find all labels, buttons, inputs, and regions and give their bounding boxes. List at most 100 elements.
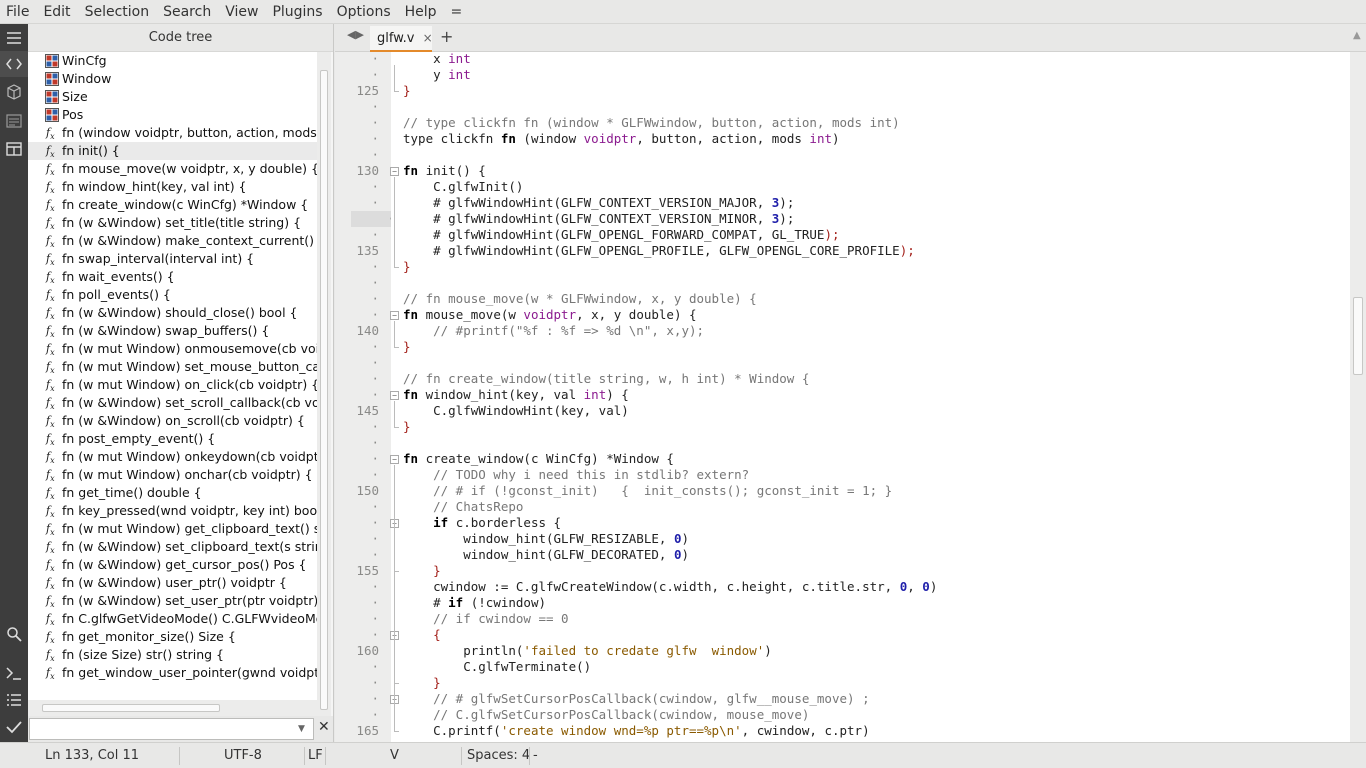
code-tree-item[interactable]: fx fn get_time() double { bbox=[28, 484, 317, 502]
menu-item-help[interactable]: Help bbox=[398, 0, 444, 24]
code-tree-item[interactable]: fx fn (w &Window) should_close() bool { bbox=[28, 304, 317, 322]
document-list-icon[interactable] bbox=[0, 108, 28, 134]
code-tree-item[interactable]: fx fn get_window_user_pointer(gwnd voidpt… bbox=[28, 664, 317, 682]
indentation[interactable]: Spaces: 4 bbox=[467, 743, 530, 768]
hamburger-menu-icon[interactable] bbox=[0, 25, 28, 51]
code-tree-item[interactable]: Size bbox=[28, 88, 317, 106]
line-number: · bbox=[371, 99, 379, 114]
search-icon[interactable] bbox=[0, 621, 28, 647]
function-icon: fx bbox=[46, 216, 55, 232]
code-tree-item[interactable]: Pos bbox=[28, 106, 317, 124]
code-tree-item[interactable]: fx fn (w &Window) get_cursor_pos() Pos { bbox=[28, 556, 317, 574]
output-list-icon[interactable] bbox=[0, 687, 28, 713]
tab-glfw-v[interactable]: glfw.v × bbox=[370, 26, 433, 52]
menu-item-file[interactable]: File bbox=[0, 0, 36, 24]
code-tree-list[interactable]: WinCfg Window Size Pos fx fn (window voidptr,… bbox=[28, 52, 317, 728]
code-tree-item[interactable]: fx fn (w &Window) set_user_ptr(ptr voidpt… bbox=[28, 592, 317, 610]
language-mode[interactable]: V bbox=[390, 743, 399, 768]
code-tree-item[interactable]: fx fn (w mut Window) onchar(cb voidptr) { bbox=[28, 466, 317, 484]
add-tab-icon[interactable]: + bbox=[440, 27, 453, 46]
fold-guide-end bbox=[394, 731, 399, 732]
line-number: · bbox=[371, 467, 379, 482]
code-tree-item[interactable]: fx fn get_monitor_size() Size { bbox=[28, 628, 317, 646]
code-tree-item[interactable]: fx fn (size Size) str() string { bbox=[28, 646, 317, 664]
cursor-position[interactable]: Ln 133, Col 11 bbox=[45, 743, 139, 768]
tabs-panel-icon[interactable] bbox=[0, 136, 28, 162]
line-number: · bbox=[371, 707, 379, 722]
code-editor[interactable]: ··125····130····135····140····145····150… bbox=[335, 52, 1366, 742]
code-tree-item[interactable]: fx fn (w mut Window) set_mouse_button_cal… bbox=[28, 358, 317, 376]
code-tree-item[interactable]: fx fn (w &Window) set_scroll_callback(cb … bbox=[28, 394, 317, 412]
code-tree-item[interactable]: fx fn key_pressed(wnd voidptr, key int) b… bbox=[28, 502, 317, 520]
editor-vertical-scrollbar[interactable] bbox=[1350, 52, 1366, 742]
code-tree-item[interactable]: fx fn (w mut Window) get_clipboard_text()… bbox=[28, 520, 317, 538]
scrollbar-thumb[interactable] bbox=[1353, 297, 1363, 375]
code-tree-item[interactable]: fx fn (w &Window) user_ptr() voidptr { bbox=[28, 574, 317, 592]
code-tree-item-label: Window bbox=[62, 71, 112, 86]
code-tree-item-label: fn (w &Window) set_title(title string) { bbox=[62, 215, 302, 230]
code-tree-vertical-scrollbar[interactable] bbox=[317, 52, 331, 728]
line-number: 150 bbox=[356, 483, 379, 498]
close-icon[interactable]: ✕ bbox=[318, 719, 330, 735]
code-tree-item-label: fn (size Size) str() string { bbox=[62, 647, 224, 662]
function-icon: fx bbox=[46, 522, 55, 538]
code-tree-item[interactable]: fx fn window_hint(key, val int) { bbox=[28, 178, 317, 196]
code-tree-item-label: fn (w mut Window) onmousemove(cb voidptr bbox=[62, 341, 317, 356]
encoding[interactable]: UTF-8 bbox=[224, 743, 262, 768]
code-tree-item[interactable]: fx fn (w &Window) set_title(title string)… bbox=[28, 214, 317, 232]
code-tree-item[interactable]: fx fn (w mut Window) onkeydown(cb voidptr… bbox=[28, 448, 317, 466]
code-tree-item[interactable]: fx fn post_empty_event() { bbox=[28, 430, 317, 448]
fold-toggle-icon[interactable]: − bbox=[390, 311, 399, 320]
function-icon: fx bbox=[46, 162, 55, 178]
line-ending[interactable]: LF bbox=[308, 743, 323, 768]
chevron-down-icon[interactable]: ▼ bbox=[298, 724, 305, 734]
code-tree-item[interactable]: Window bbox=[28, 70, 317, 88]
fold-toggle-icon[interactable]: − bbox=[390, 391, 399, 400]
menu-item-more[interactable]: = bbox=[444, 0, 470, 24]
code-tree-item[interactable]: fx fn C.glfwGetVideoMode() C.GLFWvideoMod… bbox=[28, 610, 317, 628]
code-line: // if cwindow == 0 bbox=[403, 611, 569, 626]
code-tree-item[interactable]: fx fn (w &Window) set_clipboard_text(s st… bbox=[28, 538, 317, 556]
code-tree-item[interactable]: fx fn (w &Window) on_scroll(cb voidptr) { bbox=[28, 412, 317, 430]
fold-guide-end bbox=[394, 427, 399, 428]
code-tree-item[interactable]: fx fn (w mut Window) on_click(cb voidptr)… bbox=[28, 376, 317, 394]
code-tree-item-label: fn (w &Window) on_scroll(cb voidptr) { bbox=[62, 413, 305, 428]
code-tree-item-label: fn (window voidptr, button, action, mods bbox=[62, 125, 317, 140]
menu-item-selection[interactable]: Selection bbox=[78, 0, 157, 24]
fold-toggle-icon[interactable]: − bbox=[390, 455, 399, 464]
code-tree-item-label: fn (w &Window) set_scroll_callback(cb vo… bbox=[62, 395, 317, 410]
code-text-area[interactable]: x int y int} // type clickfn fn (window *… bbox=[403, 52, 1350, 742]
code-tree-filter-input[interactable] bbox=[29, 718, 314, 740]
code-line: fn create_window(c WinCfg) *Window { bbox=[403, 451, 674, 466]
menu-item-options[interactable]: Options bbox=[330, 0, 398, 24]
menu-item-view[interactable]: View bbox=[218, 0, 265, 24]
code-tree-item[interactable]: fx fn (w &Window) swap_buffers() { bbox=[28, 322, 317, 340]
validate-check-icon[interactable] bbox=[0, 714, 28, 740]
code-tree-item[interactable]: fx fn swap_interval(interval int) { bbox=[28, 250, 317, 268]
code-tree-item[interactable]: fx fn init() { bbox=[28, 142, 317, 160]
chevron-up-icon[interactable]: ▲ bbox=[1353, 30, 1361, 41]
function-icon: fx bbox=[46, 450, 55, 466]
scrollbar-thumb[interactable] bbox=[320, 70, 328, 710]
code-tree-item[interactable]: fx fn (w mut Window) onmousemove(cb voidp… bbox=[28, 340, 317, 358]
menu-item-search[interactable]: Search bbox=[156, 0, 218, 24]
code-tree-item-label: fn (w mut Window) onchar(cb voidptr) { bbox=[62, 467, 313, 482]
code-tree-item[interactable]: fx fn (w &Window) make_context_current() … bbox=[28, 232, 317, 250]
code-tree-item[interactable]: WinCfg bbox=[28, 52, 317, 70]
code-tree-horizontal-scrollbar[interactable] bbox=[28, 700, 317, 716]
code-tree-item[interactable]: fx fn (window voidptr, button, action, mo… bbox=[28, 124, 317, 142]
close-icon[interactable]: × bbox=[423, 31, 433, 45]
project-box-icon[interactable] bbox=[0, 79, 28, 105]
code-tree-item[interactable]: fx fn wait_events() { bbox=[28, 268, 317, 286]
menu-item-edit[interactable]: Edit bbox=[36, 0, 77, 24]
code-tree-item[interactable]: fx fn create_window(c WinCfg) *Window { bbox=[28, 196, 317, 214]
code-tree-icon[interactable] bbox=[0, 51, 28, 77]
menu-item-plugins[interactable]: Plugins bbox=[265, 0, 329, 24]
tab-navigation-arrows-icon[interactable]: ◀▶ bbox=[347, 28, 364, 41]
console-icon[interactable] bbox=[0, 660, 28, 686]
code-tree-item[interactable]: fx fn mouse_move(w voidptr, x, y double) … bbox=[28, 160, 317, 178]
code-tree-item[interactable]: fx fn poll_events() { bbox=[28, 286, 317, 304]
scrollbar-thumb[interactable] bbox=[42, 704, 220, 712]
fold-toggle-icon[interactable]: − bbox=[390, 167, 399, 176]
code-tree-item-label: fn (w &Window) swap_buffers() { bbox=[62, 323, 270, 338]
